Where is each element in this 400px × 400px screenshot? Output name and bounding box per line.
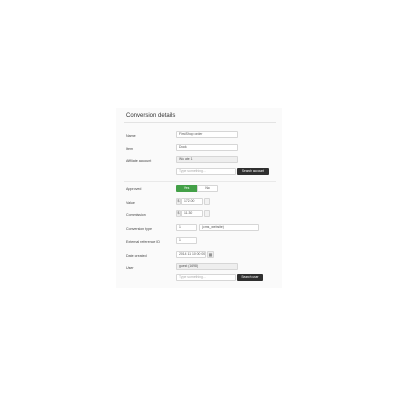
conversion-type-id-input[interactable]: 1: [176, 224, 197, 231]
user-field: guest (1698): [176, 263, 238, 270]
search-user-button[interactable]: Search user: [237, 274, 263, 281]
date-created-label: Date created: [126, 254, 147, 258]
approved-no-button[interactable]: No: [197, 185, 218, 192]
affiliate-account-label: Affiliate account: [126, 159, 152, 163]
conversion-type-label: Conversion type: [126, 227, 152, 231]
external-reference-id-label: External reference ID: [126, 240, 160, 244]
item-label: Item: [126, 147, 133, 151]
page-title: Conversion details: [126, 113, 176, 119]
date-created-input[interactable]: 2014 11 10 00 00: [176, 251, 206, 258]
name-label: Name: [126, 134, 136, 138]
name-field[interactable]: FirstShop order: [176, 131, 238, 138]
affiliate-account-field: Wu ate 1: [176, 156, 238, 163]
search-account-button[interactable]: Search account: [237, 168, 269, 175]
user-search-input[interactable]: Type something...: [176, 274, 236, 281]
commission-stepper[interactable]: [204, 210, 210, 217]
calendar-icon[interactable]: ▦: [207, 251, 214, 258]
value-label: Value: [126, 201, 135, 205]
external-reference-id-input[interactable]: 1: [176, 237, 197, 244]
approved-yes-button[interactable]: Yes: [176, 185, 197, 192]
value-stepper[interactable]: [204, 198, 210, 205]
affiliate-search-input[interactable]: Type something...: [176, 168, 236, 175]
commission-input[interactable]: 11.30: [181, 210, 203, 217]
conversion-type-name-field[interactable]: (cms_website): [199, 224, 259, 231]
title-divider: [124, 122, 276, 123]
commission-label: Commission: [126, 213, 146, 217]
user-label: User: [126, 266, 134, 270]
value-input[interactable]: 172.00: [181, 198, 203, 205]
approved-label: Approved: [126, 187, 142, 191]
section-divider: [124, 181, 276, 182]
item-field[interactable]: Dock: [176, 144, 238, 151]
